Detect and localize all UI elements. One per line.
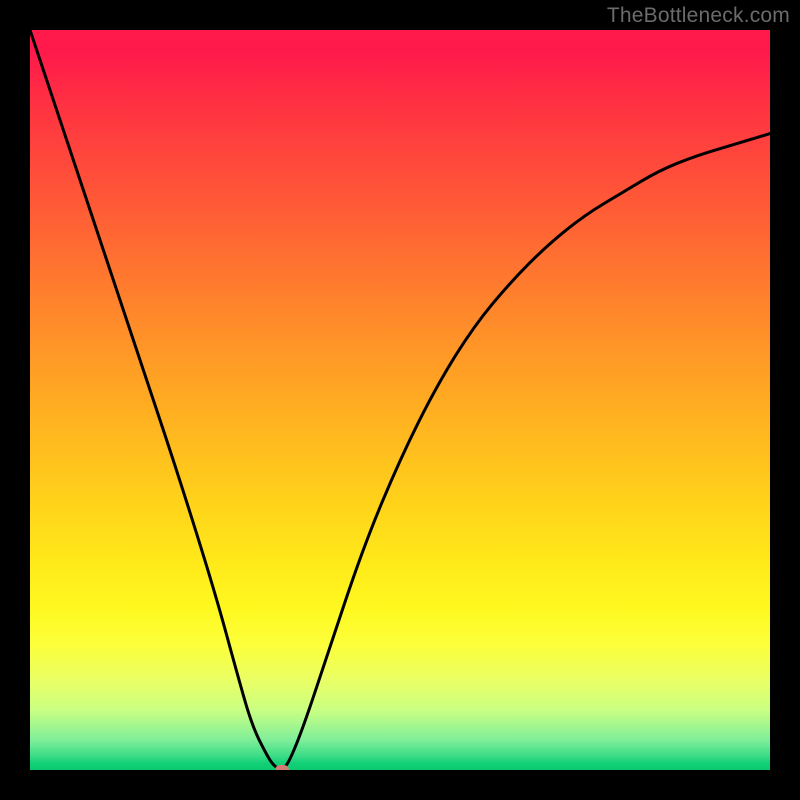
plot-area bbox=[30, 30, 770, 770]
chart-frame: TheBottleneck.com bbox=[0, 0, 800, 800]
minimum-marker bbox=[275, 765, 289, 770]
bottleneck-curve bbox=[30, 30, 770, 770]
watermark-text: TheBottleneck.com bbox=[607, 4, 790, 28]
